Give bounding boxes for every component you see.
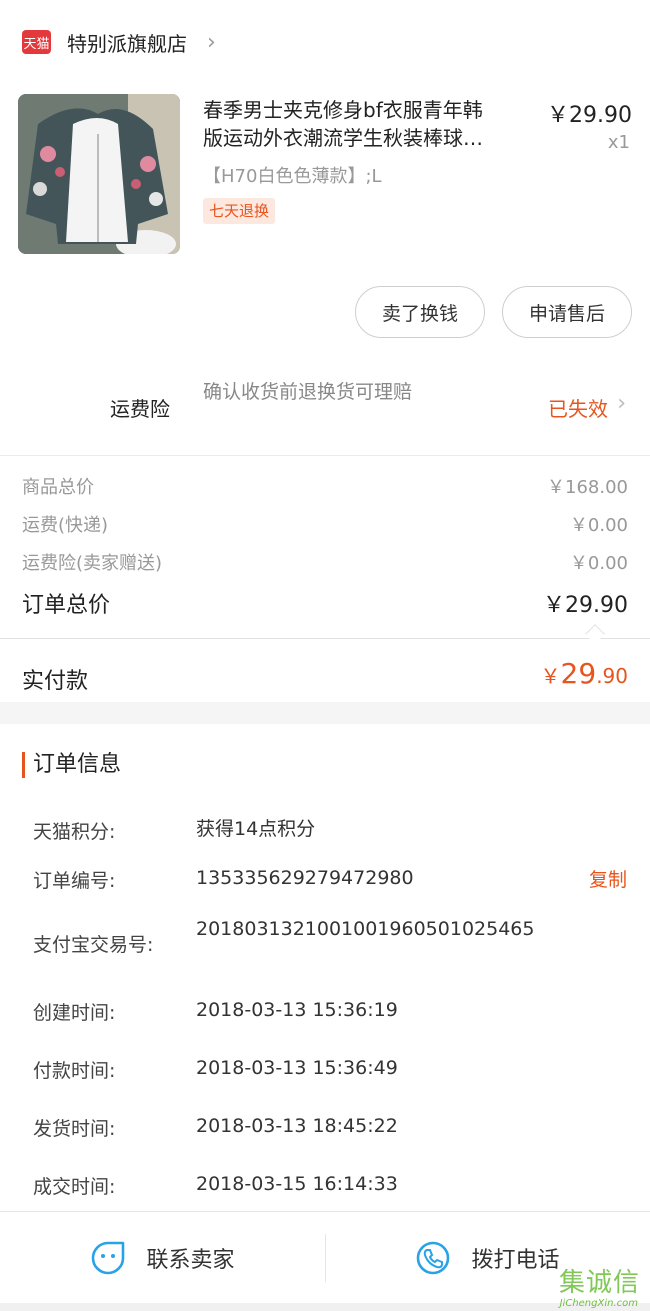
shipping-fee-label: 运费(快递) bbox=[22, 515, 109, 536]
product-image bbox=[18, 94, 180, 254]
shipping-fee-row: 运费(快递) ￥0.00 bbox=[22, 511, 628, 537]
info-key: 创建时间: bbox=[33, 1002, 116, 1024]
paid-amount-row: 实付款 ￥29.90 bbox=[0, 638, 650, 702]
info-key: 成交时间: bbox=[33, 1176, 116, 1198]
insurance-fee-label: 运费险(卖家赠送) bbox=[22, 553, 163, 574]
after-sale-button[interactable]: 申请售后 bbox=[502, 286, 632, 338]
insurance-description: 确认收货前退换货可理赔 bbox=[203, 381, 413, 403]
sell-for-cash-button[interactable]: 卖了换钱 bbox=[355, 286, 485, 338]
info-key: 付款时间: bbox=[33, 1060, 116, 1082]
chevron-right-icon: › bbox=[207, 29, 216, 55]
goods-total-value: ￥168.00 bbox=[547, 477, 628, 498]
info-key: 订单编号: bbox=[33, 870, 116, 892]
copy-button[interactable]: 复制 bbox=[589, 865, 627, 892]
insurance-fee-row: 运费险(卖家赠送) ￥0.00 bbox=[22, 549, 628, 575]
product-quantity: x1 bbox=[607, 132, 630, 153]
shipping-fee-value: ￥0.00 bbox=[569, 515, 628, 536]
watermark: 集诚信 JiChengXin.com bbox=[522, 1262, 640, 1309]
product-sku: 【H70白色色薄款】;L bbox=[203, 166, 382, 187]
insurance-fee-value: ￥0.00 bbox=[569, 553, 628, 574]
product-title: 春季男士夹克修身bf衣服青年韩 版运动外衣潮流学生秋装棒球… bbox=[203, 98, 483, 150]
contact-seller-label: 联系卖家 bbox=[146, 1248, 235, 1273]
section-gap bbox=[0, 702, 650, 724]
info-value: 135335629279472980 bbox=[196, 867, 414, 889]
info-value: 2018-03-13 18:45:22 bbox=[196, 1115, 398, 1137]
info-value: 2018-03-13 15:36:49 bbox=[196, 1057, 398, 1079]
order-info-title: 订单信息 bbox=[22, 752, 121, 778]
info-key: 发货时间: bbox=[33, 1118, 116, 1140]
info-value: 2018-03-13 15:36:19 bbox=[196, 999, 398, 1021]
goods-total-row: 商品总价 ￥168.00 bbox=[22, 473, 628, 499]
product-card[interactable]: 春季男士夹克修身bf衣服青年韩 版运动外衣潮流学生秋装棒球… ￥29.90 x1… bbox=[0, 84, 650, 274]
shipping-insurance-row[interactable]: 运费险 确认收货前退换货可理赔 已失效 › bbox=[0, 365, 650, 445]
info-value: 2018031321001001960501025465 bbox=[196, 918, 535, 940]
paid-label: 实付款 bbox=[22, 669, 89, 694]
watermark-logo: 集诚信 bbox=[558, 1268, 640, 1298]
info-value: 2018-03-15 16:14:33 bbox=[196, 1173, 398, 1195]
chat-face-icon bbox=[92, 1241, 125, 1275]
goods-total-label: 商品总价 bbox=[22, 477, 94, 498]
paid-amount: ￥29.90 bbox=[540, 657, 628, 690]
watermark-url: JiChengXin.com bbox=[559, 1298, 638, 1309]
shop-name: 特别派旗舰店 bbox=[67, 31, 187, 56]
insurance-label: 运费险 bbox=[110, 397, 170, 421]
order-total-row: 订单总价 ￥29.90 bbox=[22, 587, 628, 619]
order-total-value: ￥29.90 bbox=[543, 593, 628, 618]
info-key: 天猫积分: bbox=[33, 821, 116, 843]
product-price: ￥29.90 bbox=[547, 103, 632, 128]
contact-seller-button[interactable]: 联系卖家 bbox=[0, 1212, 325, 1304]
tmall-logo-icon: 天猫 bbox=[22, 30, 51, 54]
chevron-right-icon: › bbox=[617, 391, 626, 416]
info-key: 支付宝交易号: bbox=[33, 934, 154, 956]
order-total-label: 订单总价 bbox=[22, 593, 111, 618]
insurance-status: 已失效 bbox=[548, 397, 608, 421]
divider bbox=[0, 455, 650, 456]
info-value: 获得14点积分 bbox=[196, 818, 316, 840]
phone-icon bbox=[417, 1241, 450, 1275]
return-policy-badge: 七天退换 bbox=[203, 198, 276, 224]
shop-header[interactable]: 天猫 特别派旗舰店 › bbox=[0, 0, 650, 84]
